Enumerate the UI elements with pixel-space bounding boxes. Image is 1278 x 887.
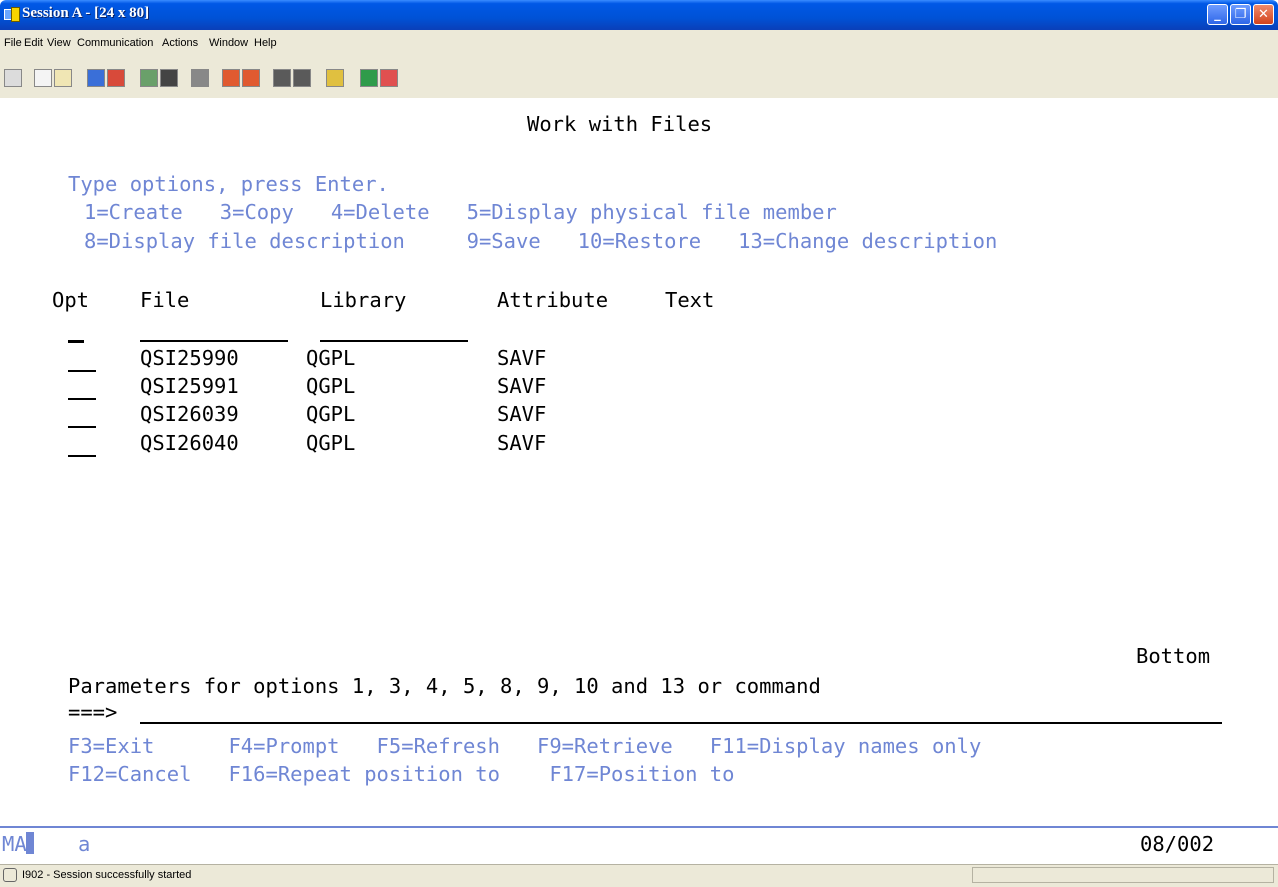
session-app-icon[interactable] (4, 7, 20, 22)
clipboard-icon[interactable] (326, 69, 344, 87)
status-panel (972, 867, 1274, 883)
keypad-icon[interactable] (160, 69, 178, 87)
print-screen-icon[interactable] (4, 69, 22, 87)
cursor-position: 08/002 (1140, 832, 1215, 856)
opt-input-row-1[interactable] (68, 370, 96, 372)
connection-icon (3, 868, 17, 882)
list-bottom-indicator: Bottom (1136, 644, 1211, 668)
window-title: Session A - [24 x 80] (22, 5, 150, 21)
options-line-1: 1=Create 3=Copy 4=Delete 5=Display physi… (84, 200, 837, 224)
menu-window[interactable]: Window (209, 37, 248, 49)
header-opt: Opt (52, 288, 90, 312)
page-title: Work with Files (527, 112, 713, 136)
row-4-attribute: SAVF (497, 431, 547, 455)
menu-view[interactable]: View (47, 37, 71, 49)
title-bar: Session A - [24 x 80] _ ❐ ✕ (0, 0, 1278, 30)
menu-file[interactable]: File (4, 37, 22, 49)
transfer-from-host-icon[interactable] (293, 69, 311, 87)
send-file-icon[interactable] (87, 69, 105, 87)
row-2-file: QSI25991 (140, 374, 239, 398)
instructions: Type options, press Enter. (68, 172, 389, 196)
record-macro-icon[interactable] (222, 69, 240, 87)
function-keys-line-2[interactable]: F12=Cancel F16=Repeat position to F17=Po… (68, 762, 734, 786)
copy-icon[interactable] (34, 69, 52, 87)
minimize-button[interactable]: _ (1207, 4, 1228, 25)
position-library-input[interactable] (320, 340, 468, 342)
row-1-library: QGPL (306, 346, 356, 370)
position-opt-input[interactable] (68, 340, 84, 343)
macro-icon[interactable] (191, 69, 209, 87)
row-3-attribute: SAVF (497, 402, 547, 426)
row-3-file: QSI26039 (140, 402, 239, 426)
session-mode-indicator: MA (2, 832, 27, 856)
opt-input-row-3[interactable] (68, 426, 96, 428)
operator-info-area: MA a 08/002 (0, 826, 1278, 864)
options-line-2: 8=Display file description 9=Save 10=Res… (84, 229, 998, 253)
row-4-library: QGPL (306, 431, 356, 455)
terminal-screen: Work with Files Type options, press Ente… (0, 98, 1278, 826)
transfer-to-host-icon[interactable] (273, 69, 291, 87)
row-4-file: QSI26040 (140, 431, 239, 455)
command-line-input[interactable] (140, 722, 1222, 724)
function-keys-line-1[interactable]: F3=Exit F4=Prompt F5=Refresh F9=Retrieve… (68, 734, 981, 758)
position-file-input[interactable] (140, 340, 288, 342)
opt-input-row-4[interactable] (68, 455, 96, 457)
mode-cursor-block (26, 832, 34, 854)
row-2-attribute: SAVF (497, 374, 547, 398)
receive-file-icon[interactable] (107, 69, 125, 87)
globe-icon[interactable] (360, 69, 378, 87)
input-indicator: a (78, 832, 91, 856)
status-bar: I902 - Session successfully started (0, 864, 1278, 887)
header-library: Library (320, 288, 407, 312)
display-icon[interactable] (140, 69, 158, 87)
menu-help[interactable]: Help (254, 37, 277, 49)
toolbar (0, 56, 1278, 98)
status-message: I902 - Session successfully started (22, 869, 192, 881)
paste-icon[interactable] (54, 69, 72, 87)
row-3-library: QGPL (306, 402, 356, 426)
restore-button[interactable]: ❐ (1230, 4, 1251, 25)
help-icon[interactable] (380, 69, 398, 87)
row-2-library: QGPL (306, 374, 356, 398)
command-prompt: ===> (68, 700, 118, 724)
menu-communication[interactable]: Communication (77, 37, 153, 49)
menu-edit[interactable]: Edit (24, 37, 43, 49)
row-1-attribute: SAVF (497, 346, 547, 370)
header-text: Text (665, 288, 715, 312)
menu-actions[interactable]: Actions (162, 37, 198, 49)
header-attribute: Attribute (497, 288, 609, 312)
parameters-label: Parameters for options 1, 3, 4, 5, 8, 9,… (68, 674, 821, 698)
play-macro-icon[interactable] (242, 69, 260, 87)
menu-bar: File Edit View Communication Actions Win… (0, 30, 1278, 56)
opt-input-row-2[interactable] (68, 398, 96, 400)
close-button[interactable]: ✕ (1253, 4, 1274, 25)
row-1-file: QSI25990 (140, 346, 239, 370)
header-file: File (140, 288, 190, 312)
